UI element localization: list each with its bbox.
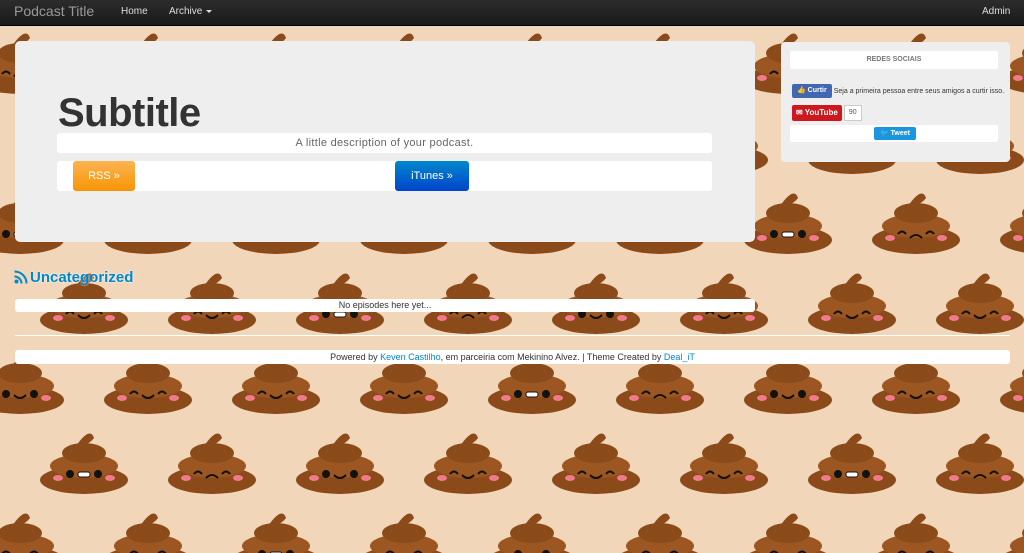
nav-archive[interactable]: Archive	[169, 6, 213, 17]
poop-emoji	[40, 433, 128, 494]
podcast-description: A little description of your podcast.	[57, 133, 712, 153]
youtube-label: YouTube	[804, 108, 838, 117]
itunes-button[interactable]: iTunes »	[395, 161, 469, 191]
poop-emoji	[680, 433, 768, 494]
nav-archive-label: Archive	[169, 6, 203, 17]
tweet-button[interactable]: 🐦 Tweet	[874, 127, 916, 140]
social-sidebar: REDES SOCIAIS 👍 Curtir Seja a primeira pe…	[781, 42, 1010, 162]
poop-emoji	[237, 513, 315, 553]
tweet-label: Tweet	[890, 130, 910, 137]
category-heading[interactable]: Uncategorized	[14, 269, 133, 286]
youtube-icon: ✉	[796, 108, 803, 117]
nav-home[interactable]: Home	[121, 6, 148, 17]
poop-emoji	[493, 513, 571, 553]
poop-emoji	[808, 433, 896, 494]
footer-theme-link[interactable]: Deal_iT	[664, 352, 695, 362]
twitter-widget: 🐦 Tweet	[790, 125, 998, 142]
poop-emoji	[168, 433, 256, 494]
poop-emoji	[877, 513, 955, 553]
youtube-subscribe-button[interactable]: ✉ YouTube	[792, 105, 842, 121]
footer-partnership-text: , em parceiria com Mekinino Alvez. | The…	[440, 352, 664, 362]
divider	[15, 335, 1010, 336]
poop-emoji	[749, 513, 827, 553]
facebook-like-label: Curtir	[807, 87, 827, 94]
poop-emoji	[1005, 528, 1024, 553]
youtube-subscriber-count: 90	[843, 105, 862, 121]
poop-emoji	[936, 273, 1024, 334]
poop-emoji	[936, 433, 1024, 494]
poop-emoji	[1000, 208, 1024, 253]
empty-episodes-message: No episodes here yet...	[15, 299, 755, 312]
poop-emoji	[808, 273, 896, 334]
twitter-bird-icon: 🐦	[880, 130, 889, 137]
top-navbar: Podcast Title Home Archive Admin	[0, 0, 1024, 26]
footer-author-link[interactable]: Keven Castilho	[380, 352, 441, 362]
subscribe-buttons: RSS » iTunes »	[57, 161, 712, 191]
sidebar-heading: REDES SOCIAIS	[790, 51, 998, 69]
poop-emoji	[744, 193, 832, 254]
facebook-like-text: Seja a primeira pessoa entre seus amigos…	[833, 87, 1005, 95]
rss-button[interactable]: RSS »	[73, 161, 135, 191]
poop-emoji	[552, 433, 640, 494]
footer: Powered by Keven Castilho, em parceiria …	[15, 350, 1010, 364]
poop-emoji	[621, 513, 699, 553]
poop-emoji	[872, 193, 960, 254]
hero-unit: Subtitle A little description of your po…	[15, 41, 755, 242]
chevron-down-icon	[206, 9, 213, 13]
brand-title[interactable]: Podcast Title	[14, 3, 94, 19]
category-title: Uncategorized	[30, 269, 134, 286]
rss-icon	[14, 270, 28, 284]
footer-powered-by: Powered by	[330, 352, 381, 362]
poop-emoji	[0, 513, 59, 553]
thumbs-up-icon: 👍	[797, 87, 806, 94]
poop-emoji	[365, 513, 443, 553]
facebook-like-button[interactable]: 👍 Curtir	[792, 84, 832, 98]
facebook-like-widget: 👍 Curtir Seja a primeira pessoa entre seu…	[792, 84, 1004, 98]
poop-emoji	[424, 433, 512, 494]
nav-admin[interactable]: Admin	[982, 6, 1010, 17]
page-title: Subtitle	[58, 91, 201, 135]
poop-emoji	[109, 513, 187, 553]
poop-emoji	[296, 433, 384, 494]
youtube-subscribe-widget: ✉ YouTube 90	[792, 105, 862, 121]
